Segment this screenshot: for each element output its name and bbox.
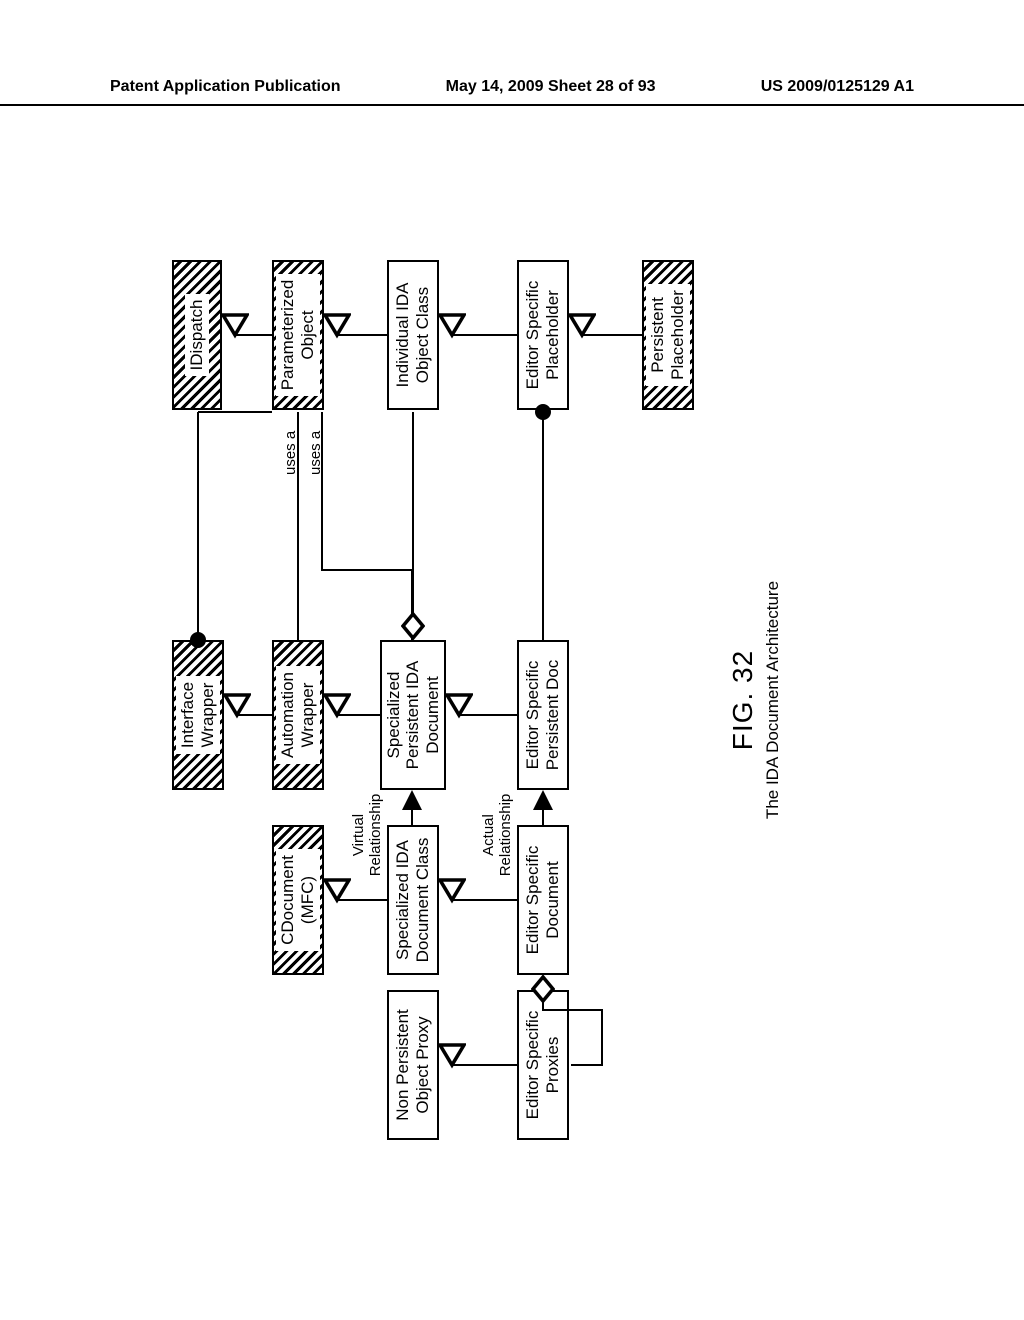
- figure-number: FIG. 32: [727, 550, 759, 850]
- page-header: Patent Application Publication May 14, 2…: [0, 78, 1024, 106]
- figure-caption: FIG. 32 The IDA Document Architecture: [727, 550, 783, 850]
- node-idispatch: IDispatch: [172, 260, 222, 410]
- label-uses-a-1: uses a: [282, 431, 299, 475]
- node-parameterized-object: ParameterizedObject: [272, 260, 324, 410]
- header-center: May 14, 2009 Sheet 28 of 93: [446, 78, 656, 96]
- node-automation-wrapper: AutomationWrapper: [272, 640, 324, 790]
- node-editor-specific-proxies: Editor SpecificProxies: [517, 990, 569, 1140]
- header-right: US 2009/0125129 A1: [761, 78, 914, 96]
- node-editor-specific-persistent-doc: Editor SpecificPersistent Doc: [517, 640, 569, 790]
- node-cdocument-mfc: CDocument(MFC): [272, 825, 324, 975]
- diagram-area: InterfaceWrapper IDispatch CDocument(MFC…: [0, 150, 1024, 1250]
- label-virtual-relationship: VirtualRelationship: [350, 785, 384, 885]
- node-editor-specific-placeholder: Editor SpecificPlaceholder: [517, 260, 569, 410]
- node-specialized-ida-document-class: Specialized IDADocument Class: [387, 825, 439, 975]
- node-specialized-persistent-ida-document: SpecializedPersistent IDADocument: [380, 640, 446, 790]
- node-interface-wrapper: InterfaceWrapper: [172, 640, 224, 790]
- label-actual-relationship: ActualRelationship: [480, 785, 514, 885]
- node-editor-specific-document: Editor SpecificDocument: [517, 825, 569, 975]
- node-persistent-placeholder: PersistentPlaceholder: [642, 260, 694, 410]
- label-uses-a-2: uses a: [307, 431, 324, 475]
- figure-rotated-container: InterfaceWrapper IDispatch CDocument(MFC…: [172, 230, 852, 1130]
- node-non-persistent-object-proxy: Non PersistentObject Proxy: [387, 990, 439, 1140]
- figure-title: The IDA Document Architecture: [763, 550, 783, 850]
- node-individual-ida-object-class: Individual IDAObject Class: [387, 260, 439, 410]
- header-left: Patent Application Publication: [110, 78, 341, 96]
